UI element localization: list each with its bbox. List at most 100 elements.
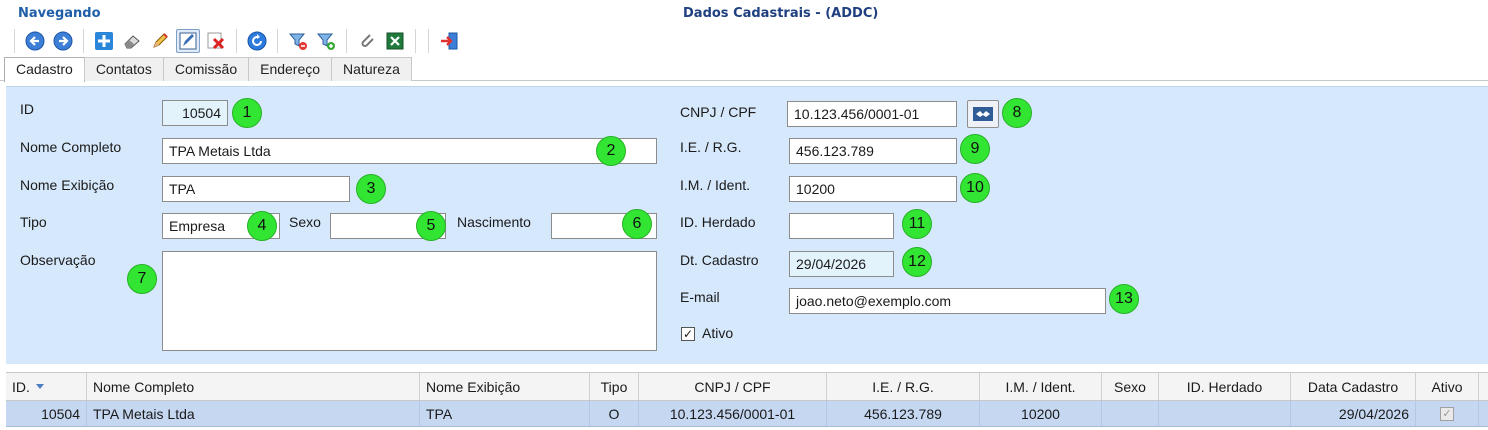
- tab-bar: Cadastro Contatos Comissão Endereço Natu…: [4, 57, 412, 82]
- excel-icon: [386, 32, 404, 50]
- filter-add-icon: [316, 33, 335, 50]
- clear-button[interactable]: [120, 29, 144, 53]
- paperclip-icon: [361, 34, 374, 47]
- column-header-tipo[interactable]: Tipo: [590, 373, 639, 400]
- dt-cadastro-field[interactable]: 29/04/2026: [789, 251, 894, 277]
- tab-comissao[interactable]: Comissão: [162, 57, 250, 81]
- remove-filter-button[interactable]: [286, 29, 310, 53]
- toolbar-separator: [428, 29, 429, 53]
- records-grid: ID. Nome Completo Nome Exibição Tipo CNP…: [6, 372, 1488, 430]
- cnpj-field[interactable]: 10.123.456/0001-01: [787, 101, 957, 127]
- tipo-label: Tipo: [20, 214, 47, 230]
- cnpj-lookup-button[interactable]: [967, 100, 999, 128]
- cell-id: 10504: [6, 401, 87, 426]
- callout-badge-7: 7: [127, 264, 157, 294]
- column-header-ie[interactable]: I.E. / R.G.: [827, 373, 980, 400]
- observacao-label: Observação: [20, 252, 96, 268]
- im-label: I.M. / Ident.: [680, 177, 751, 193]
- tab-cadastro[interactable]: Cadastro: [4, 57, 85, 82]
- cell-data-cadastro: 29/04/2026: [1291, 401, 1416, 426]
- dt-cadastro-label: Dt. Cadastro: [680, 252, 759, 268]
- eraser-icon: [124, 35, 140, 49]
- callout-badge-4: 4: [247, 211, 277, 241]
- handshake-icon: [973, 107, 993, 121]
- nascimento-label: Nascimento: [457, 214, 531, 230]
- next-record-button[interactable]: [51, 29, 75, 53]
- nome-completo-label: Nome Completo: [20, 139, 122, 155]
- refresh-icon: [247, 31, 267, 51]
- nome-completo-field[interactable]: TPA Metais Ltda: [162, 138, 657, 164]
- id-label: ID: [20, 101, 34, 117]
- callout-badge-2: 2: [596, 136, 626, 166]
- im-field[interactable]: 10200: [789, 176, 957, 202]
- edit-button[interactable]: [148, 29, 172, 53]
- previous-record-button[interactable]: [23, 29, 47, 53]
- exit-button[interactable]: [437, 29, 461, 53]
- cell-sexo: [1102, 401, 1159, 426]
- ie-label: I.E. / R.G.: [680, 139, 742, 155]
- toolbar-separator: [346, 29, 347, 53]
- toolbar-separator: [277, 29, 278, 53]
- cell-nome-completo: TPA Metais Ltda: [87, 401, 420, 426]
- column-header-ativo[interactable]: Ativo: [1416, 373, 1479, 400]
- cell-tipo: O: [590, 401, 639, 426]
- id-field[interactable]: 10504: [162, 100, 228, 126]
- cell-ie: 456.123.789: [827, 401, 980, 426]
- observacao-textarea[interactable]: [162, 251, 657, 351]
- sort-desc-icon: [35, 384, 44, 389]
- column-header-nome-exibicao[interactable]: Nome Exibição: [420, 373, 590, 400]
- edit-checked-icon: [179, 32, 197, 50]
- column-header-nome-completo[interactable]: Nome Completo: [87, 373, 420, 400]
- tab-contatos[interactable]: Contatos: [83, 57, 164, 81]
- callout-badge-6: 6: [622, 209, 652, 239]
- toolbar-separator: [236, 29, 237, 53]
- cnpj-label: CNPJ / CPF: [680, 104, 757, 120]
- ativo-cell-checkbox: ✓: [1440, 406, 1454, 421]
- column-header-id-herdado[interactable]: ID. Herdado: [1159, 373, 1291, 400]
- cell-nome-exibicao: TPA: [420, 401, 590, 426]
- ie-field[interactable]: 456.123.789: [789, 138, 957, 164]
- column-header-id[interactable]: ID.: [6, 373, 87, 400]
- nome-exibicao-label: Nome Exibição: [20, 177, 115, 193]
- tab-natureza[interactable]: Natureza: [331, 57, 412, 81]
- edit-mode-button[interactable]: [176, 29, 200, 53]
- callout-badge-11: 11: [902, 209, 932, 239]
- callout-badge-8: 8: [1002, 98, 1032, 128]
- toolbar-separator: [83, 29, 84, 53]
- window-title: Dados Cadastrais - (ADDC): [683, 6, 879, 21]
- tab-endereco[interactable]: Endereço: [248, 57, 333, 81]
- plus-icon: [95, 32, 113, 50]
- refresh-button[interactable]: [245, 29, 269, 53]
- cell-cnpj: 10.123.456/0001-01: [639, 401, 827, 426]
- sexo-label: Sexo: [289, 214, 321, 230]
- delete-record-button[interactable]: [204, 29, 228, 53]
- new-record-button[interactable]: [92, 29, 116, 53]
- ativo-checkbox[interactable]: ✓: [681, 327, 695, 341]
- column-header-data-cadastro[interactable]: Data Cadastro: [1291, 373, 1416, 400]
- callout-badge-1: 1: [232, 98, 262, 128]
- email-field[interactable]: joao.neto@exemplo.com: [789, 288, 1106, 314]
- attach-button[interactable]: [355, 29, 379, 53]
- callout-badge-13: 13: [1109, 284, 1139, 314]
- cadastro-form: ID 10504 1 Nome Completo TPA Metais Ltda…: [6, 86, 1488, 364]
- pencil-icon: [153, 33, 168, 48]
- callout-badge-9: 9: [960, 134, 990, 164]
- mode-status: Navegando: [18, 6, 101, 21]
- callout-badge-12: 12: [902, 247, 932, 277]
- exit-icon: [441, 32, 458, 50]
- cell-im: 10200: [980, 401, 1102, 426]
- callout-badge-10: 10: [960, 173, 990, 203]
- table-row[interactable]: 10504 TPA Metais Ltda TPA O 10.123.456/0…: [6, 401, 1488, 427]
- column-header-sexo[interactable]: Sexo: [1102, 373, 1159, 400]
- toolbar-separator: [415, 29, 416, 53]
- column-header-cnpj[interactable]: CNPJ / CPF: [639, 373, 827, 400]
- column-header-im[interactable]: I.M. / Ident.: [980, 373, 1102, 400]
- arrow-right-icon: [53, 31, 73, 51]
- id-herdado-field[interactable]: [789, 213, 894, 239]
- export-excel-button[interactable]: [383, 29, 407, 53]
- toolbar: [8, 26, 463, 56]
- cell-id-herdado: [1159, 401, 1291, 426]
- toolbar-separator: [14, 29, 15, 53]
- add-filter-button[interactable]: [314, 29, 338, 53]
- nome-exibicao-field[interactable]: TPA: [162, 176, 350, 202]
